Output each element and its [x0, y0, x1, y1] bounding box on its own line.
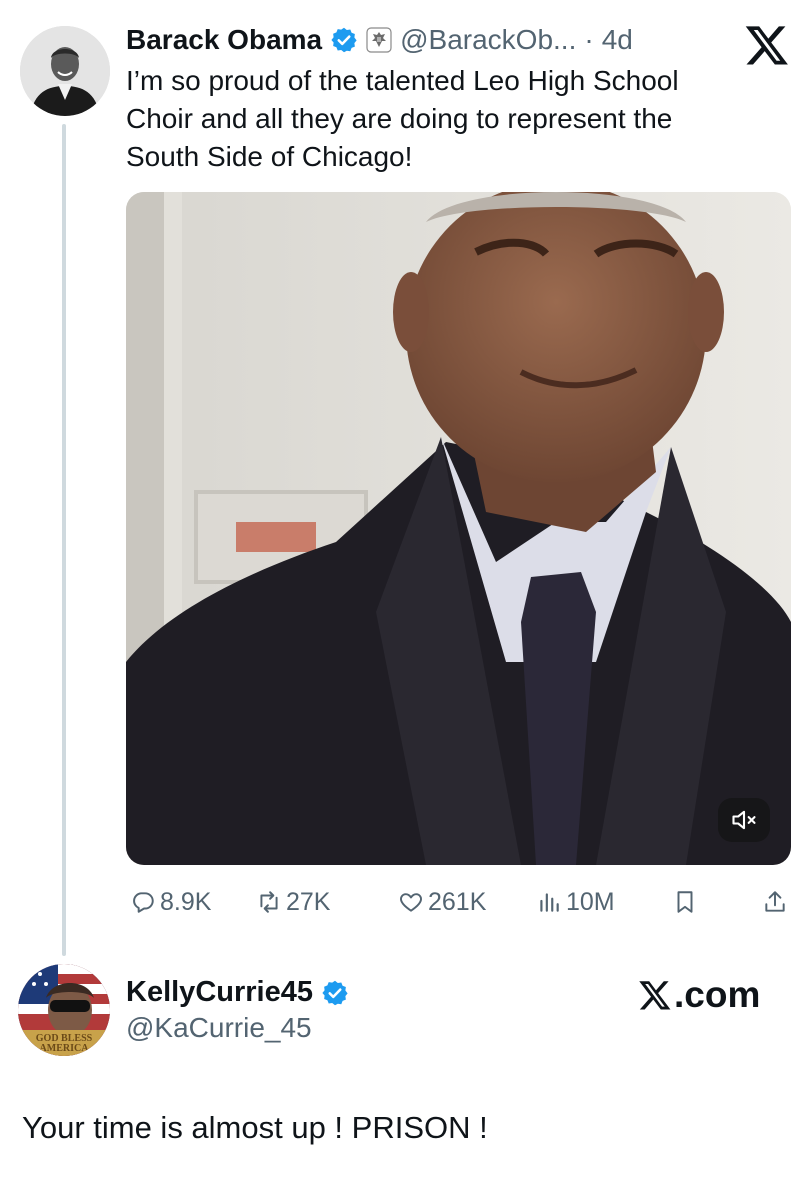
views-chart-icon — [540, 893, 559, 912]
speaker-muted-icon — [732, 810, 756, 830]
bookmark-button[interactable] — [672, 880, 698, 924]
bookmark-icon — [677, 891, 693, 913]
reply-count: 8.9K — [160, 887, 212, 916]
author-name[interactable]: Barack Obama — [126, 24, 322, 56]
reply-author-name-row: KellyCurrie45 — [126, 976, 349, 1009]
reply-icon — [133, 892, 154, 913]
share-button[interactable] — [762, 880, 788, 924]
tweet-text: I’m so proud of the talented Leo High Sc… — [126, 62, 776, 176]
reply-author-avatar[interactable]: GOD BLESS AMERICA — [18, 964, 110, 1056]
reply-author-name[interactable]: KellyCurrie45 — [126, 976, 313, 1009]
author-avatar[interactable] — [20, 26, 110, 116]
watermark-label: .com — [674, 974, 761, 1015]
tweet-text-line: Choir and all they are doing to represen… — [126, 103, 673, 134]
meta-separator: · — [584, 24, 594, 55]
video-frame-image — [126, 192, 791, 865]
tweet-text-line: South Side of Chicago! — [126, 141, 413, 172]
tweet-header: Barack Obama @BarackOb... · 4d — [126, 22, 633, 58]
reply-text: Your time is almost up ! PRISON ! — [22, 1110, 488, 1145]
like-count: 261K — [428, 887, 487, 916]
tweet-age[interactable]: 4d — [602, 24, 633, 56]
verified-badge-icon[interactable] — [321, 979, 349, 1007]
retweet-icon — [260, 891, 278, 913]
government-seal-icon[interactable] — [366, 27, 392, 53]
views-button[interactable]: 10M — [536, 880, 615, 924]
view-count: 10M — [566, 887, 615, 916]
thread-connector-line — [62, 124, 66, 956]
tweet-text-line: I’m so proud of the talented Leo High Sc… — [126, 65, 679, 96]
x-com-watermark: .com — [638, 974, 760, 1016]
avatar-caption: GOD BLESS AMERICA — [35, 1033, 93, 1054]
tweet-video[interactable] — [126, 192, 791, 865]
heart-icon — [400, 893, 422, 912]
verified-badge-icon[interactable] — [330, 26, 358, 54]
reply-button[interactable]: 8.9K — [130, 880, 211, 924]
retweet-button[interactable]: 27K — [256, 880, 330, 924]
like-button[interactable]: 261K — [398, 880, 486, 924]
x-logo-icon — [639, 981, 671, 1010]
avatar-portrait-image — [20, 26, 110, 116]
author-handle[interactable]: @BarackOb... — [400, 24, 576, 56]
tweet-action-bar: 8.9K 27K 261K 10M — [126, 880, 796, 924]
share-icon — [765, 891, 785, 912]
reply-author-handle[interactable]: @KaCurrie_45 — [126, 1012, 312, 1044]
retweet-count: 27K — [286, 887, 331, 916]
mute-toggle-button[interactable] — [718, 798, 770, 842]
